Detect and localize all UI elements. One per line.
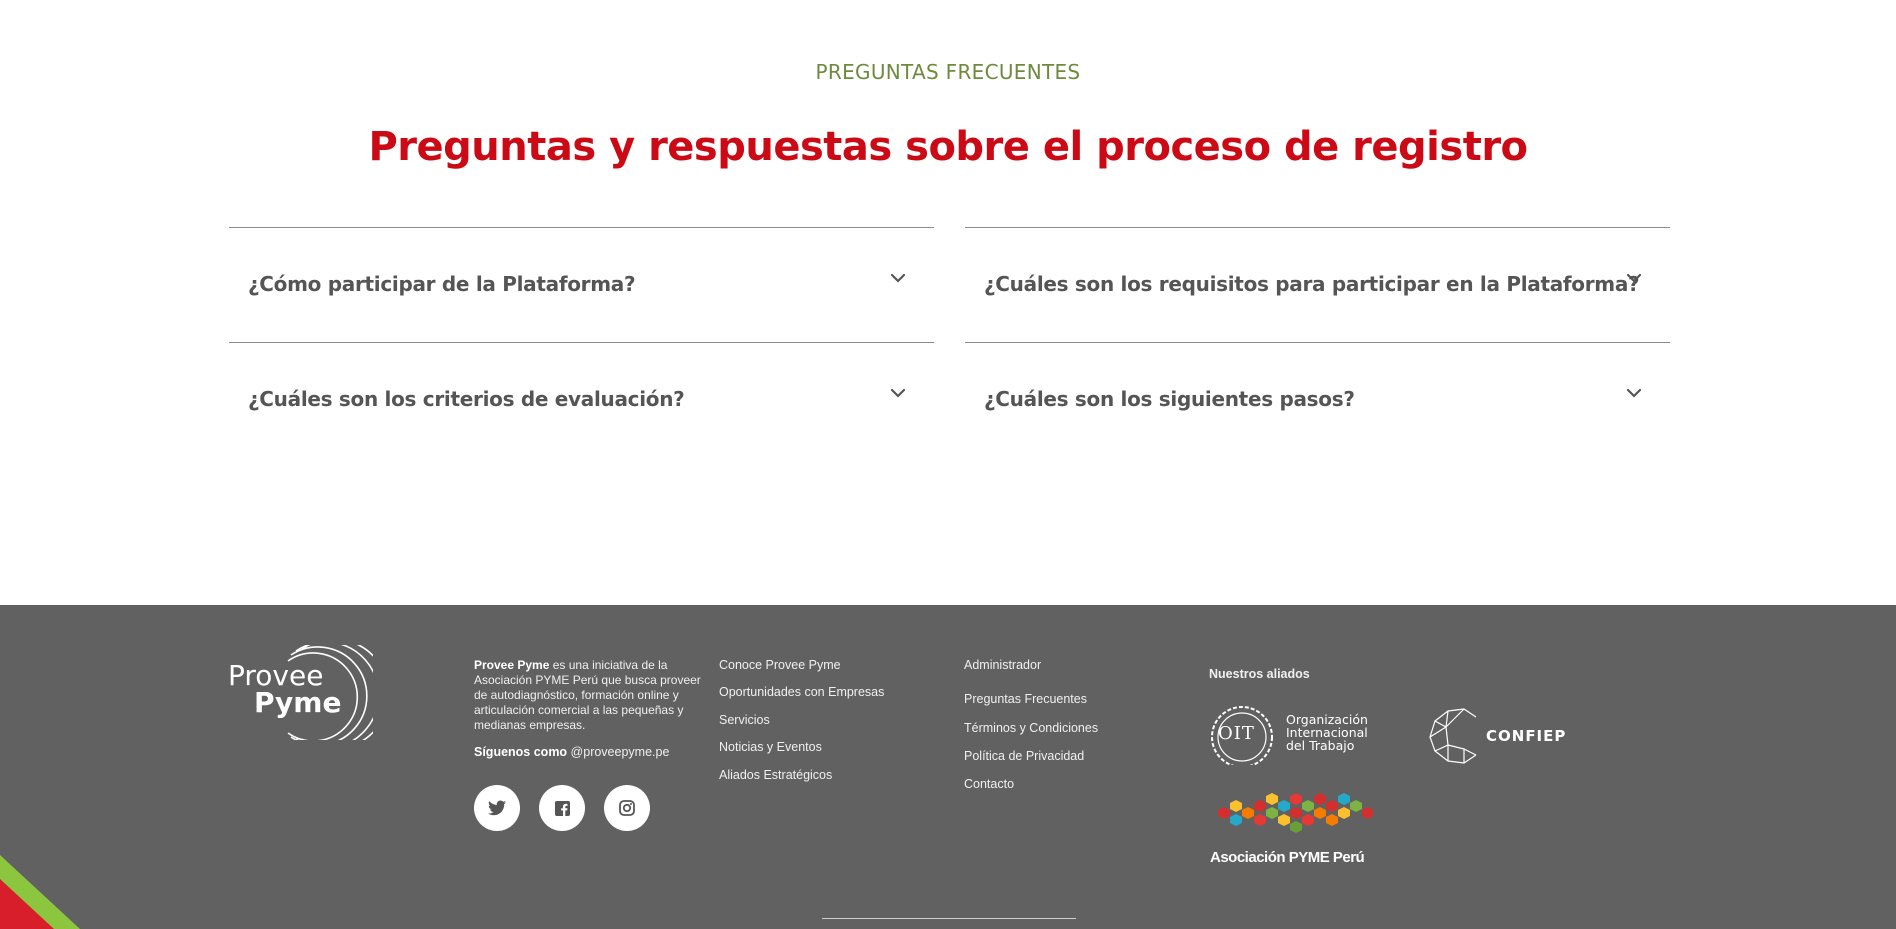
corner-decoration <box>0 855 80 929</box>
chevron-down-icon <box>890 273 906 283</box>
faq-eyebrow: PREGUNTAS FRECUENTES <box>815 60 1081 84</box>
faq-question: ¿Cuáles son los siguientes pasos? <box>984 387 1355 411</box>
faq-title: Preguntas y respuestas sobre el proceso … <box>368 124 1528 170</box>
faq-section: PREGUNTAS FRECUENTES Preguntas y respues… <box>0 0 1896 605</box>
follow-us: Síguenos como @proveepyme.pe <box>474 745 669 759</box>
oit-logo[interactable]: OIT Organización Internacional del Traba… <box>1208 705 1388 765</box>
facebook-button[interactable] <box>539 785 585 831</box>
logo-line-2: Pyme <box>254 686 342 719</box>
hexagon-pattern-icon <box>1218 793 1373 833</box>
footer-link-aliados[interactable]: Aliados Estratégicos <box>719 768 832 782</box>
faq-item-como-participar[interactable]: ¿Cómo participar de la Plataforma? <box>229 227 934 340</box>
facebook-icon <box>554 800 570 816</box>
chevron-down-icon <box>1626 388 1642 398</box>
chevron-down-icon <box>1626 273 1642 283</box>
faq-question: ¿Cuáles son los criterios de evaluación? <box>248 387 685 411</box>
oit-name: Organización Internacional del Trabajo <box>1286 713 1368 752</box>
site-footer: Provee Pyme Provee Pyme es una iniciativ… <box>0 605 1896 929</box>
asociacion-pyme-text: Asociación PYME Perú <box>1210 849 1365 866</box>
faq-item-siguientes-pasos[interactable]: ¿Cuáles son los siguientes pasos? <box>965 342 1670 455</box>
faq-question: ¿Cómo participar de la Plataforma? <box>248 272 636 296</box>
faq-question: ¿Cuáles son los requisitos para particip… <box>984 272 1640 296</box>
follow-label: Síguenos como <box>474 745 568 759</box>
follow-handle: @proveepyme.pe <box>567 745 670 759</box>
footer-link-oportunidades[interactable]: Oportunidades con Empresas <box>719 685 884 699</box>
twitter-icon <box>488 800 506 816</box>
footer-link-conoce[interactable]: Conoce Provee Pyme <box>719 658 841 672</box>
twitter-button[interactable] <box>474 785 520 831</box>
about-brand: Provee Pyme <box>474 658 550 672</box>
footer-link-preguntas[interactable]: Preguntas Frecuentes <box>964 692 1087 706</box>
confiep-logo[interactable]: CONFIEP <box>1426 705 1576 765</box>
instagram-button[interactable] <box>604 785 650 831</box>
provee-pyme-logo[interactable]: Provee Pyme <box>228 645 373 740</box>
footer-link-contacto[interactable]: Contacto <box>964 777 1014 791</box>
footer-link-noticias[interactable]: Noticias y Eventos <box>719 740 822 754</box>
faq-item-criterios[interactable]: ¿Cuáles son los criterios de evaluación? <box>229 342 934 455</box>
confiep-text: CONFIEP <box>1486 727 1567 745</box>
about-text: Provee Pyme es una iniciativa de la Asoc… <box>474 658 702 733</box>
footer-link-servicios[interactable]: Servicios <box>719 713 770 727</box>
footer-divider <box>822 918 1076 919</box>
footer-link-administrador[interactable]: Administrador <box>964 658 1041 672</box>
chevron-down-icon <box>890 388 906 398</box>
footer-link-privacidad[interactable]: Política de Privacidad <box>964 749 1084 763</box>
faq-item-requisitos[interactable]: ¿Cuáles son los requisitos para particip… <box>965 227 1670 340</box>
oit-line-3: del Trabajo <box>1286 738 1355 753</box>
confiep-emblem-icon <box>1429 708 1477 764</box>
instagram-icon <box>619 800 635 816</box>
oit-mark: OIT <box>1218 723 1255 744</box>
allies-title: Nuestros aliados <box>1209 667 1310 681</box>
footer-link-terminos[interactable]: Términos y Condiciones <box>964 721 1098 735</box>
